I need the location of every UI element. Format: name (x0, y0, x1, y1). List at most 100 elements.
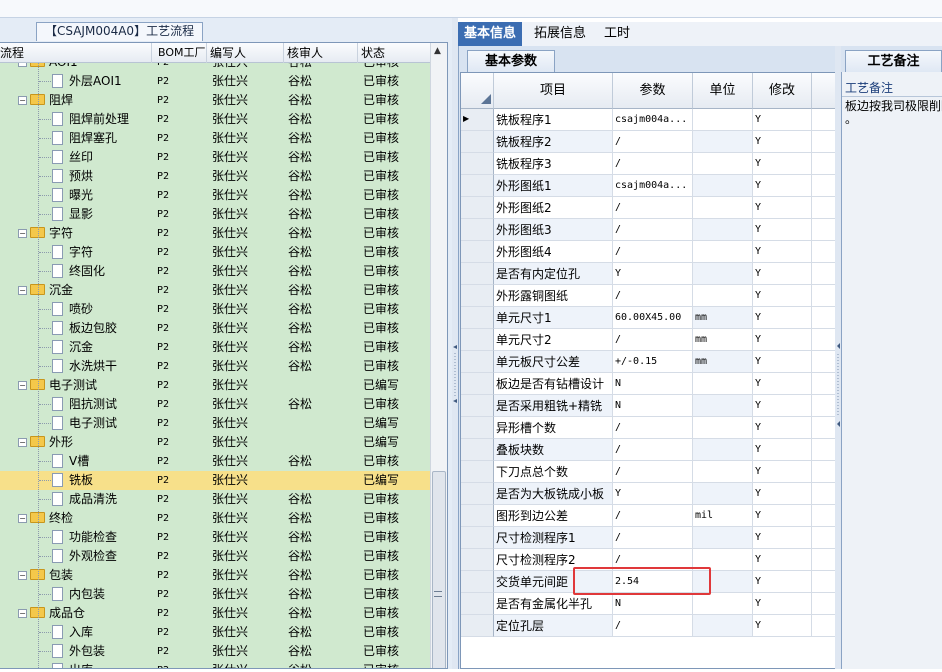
tree-folder-row[interactable]: − 终检 P2 张仕兴 谷松 已审核 (0, 509, 430, 528)
param-value-cell[interactable]: / (613, 131, 693, 153)
tree-leaf-row[interactable]: 阻焊前处理 P2 张仕兴 谷松 已审核 (0, 110, 430, 129)
row-header[interactable] (461, 307, 494, 329)
param-value-cell[interactable]: Y (613, 483, 693, 505)
row-header[interactable] (461, 219, 494, 241)
param-modify-cell[interactable]: Y (753, 219, 812, 241)
row-header[interactable] (461, 131, 494, 153)
param-row[interactable]: 单元板尺寸公差 +/-0.15 mm Y (461, 351, 835, 373)
param-modify-cell[interactable]: Y (753, 373, 812, 395)
param-row[interactable]: 单元尺寸2/mm Y (461, 329, 835, 351)
param-value-cell[interactable]: / (613, 527, 693, 549)
param-value-cell[interactable]: +/-0.15 (613, 351, 693, 373)
tree-leaf-row[interactable]: 铣板 P2 张仕兴 已编写 (0, 471, 430, 490)
tree-leaf-row[interactable]: 水洗烘干 P2 张仕兴 谷松 已审核 (0, 357, 430, 376)
scroll-up-icon[interactable]: ▲ (434, 46, 441, 56)
param-row[interactable]: 外形图纸1 csajm004a... Y (461, 175, 835, 197)
param-value-cell[interactable]: / (613, 329, 693, 351)
param-value-cell[interactable]: / (613, 219, 693, 241)
param-value-cell[interactable]: / (613, 461, 693, 483)
row-header[interactable] (461, 175, 494, 197)
param-modify-cell[interactable]: Y (753, 241, 812, 263)
param-unit-cell[interactable]: mm (693, 329, 753, 351)
tree-scrollbar[interactable]: ▲ (430, 43, 447, 668)
tree-leaf-row[interactable]: 沉金 P2 张仕兴 谷松 已审核 (0, 338, 430, 357)
column-header-author[interactable]: 编写人 (207, 43, 284, 63)
tab-process-notes[interactable]: 工艺备注 (845, 50, 942, 72)
param-unit-cell[interactable] (693, 395, 753, 417)
param-row[interactable]: 下刀点总个数 / Y (461, 461, 835, 483)
row-header[interactable] (461, 351, 494, 373)
row-header[interactable] (461, 285, 494, 307)
tree-leaf-row[interactable]: 终固化 P2 张仕兴 谷松 已审核 (0, 262, 430, 281)
param-modify-cell[interactable]: Y (753, 593, 812, 615)
param-row[interactable]: ▶ 铣板程序1 csajm004a... Y (461, 109, 835, 131)
param-unit-cell[interactable] (693, 461, 753, 483)
param-row[interactable]: 铣板程序3/ Y (461, 153, 835, 175)
tree-leaf-row[interactable]: 功能检查 P2 张仕兴 谷松 已审核 (0, 528, 430, 547)
column-header-param[interactable]: 参数 (613, 73, 693, 109)
param-row[interactable]: 外形图纸4/ Y (461, 241, 835, 263)
param-row[interactable]: 是否为大板铣成小板 Y Y (461, 483, 835, 505)
param-row[interactable]: 叠板块数 / Y (461, 439, 835, 461)
param-value-cell[interactable]: csajm004a... (613, 175, 693, 197)
param-row[interactable]: 异形槽个数 / Y (461, 417, 835, 439)
param-unit-cell[interactable] (693, 417, 753, 439)
tree-leaf-row[interactable]: V槽 P2 张仕兴 谷松 已审核 (0, 452, 430, 471)
param-row[interactable]: 外形露铜图纸 / Y (461, 285, 835, 307)
param-unit-cell[interactable]: mil (693, 505, 753, 527)
param-unit-cell[interactable] (693, 153, 753, 175)
param-modify-cell[interactable]: Y (753, 505, 812, 527)
tree-leaf-row[interactable]: 板边包胶 P2 张仕兴 谷松 已审核 (0, 319, 430, 338)
row-header[interactable] (461, 241, 494, 263)
collapse-toggle-icon[interactable]: − (18, 381, 27, 390)
param-value-cell[interactable]: N (613, 593, 693, 615)
notes-text[interactable]: 板边按我司极限削陷 。 (845, 100, 942, 126)
tree-folder-row[interactable]: − 包装 P2 张仕兴 谷松 已审核 (0, 566, 430, 585)
param-unit-cell[interactable] (693, 483, 753, 505)
param-modify-cell[interactable]: Y (753, 131, 812, 153)
param-value-cell[interactable]: / (613, 285, 693, 307)
process-flow-tab[interactable]: 【CSAJM004A0】工艺流程 (36, 22, 204, 41)
column-header-bom[interactable]: BOM工厂 (155, 43, 207, 63)
param-modify-cell[interactable]: Y (753, 395, 812, 417)
tree-leaf-row[interactable]: 丝印 P2 张仕兴 谷松 已审核 (0, 148, 430, 167)
param-row[interactable]: 定位孔层 / Y (461, 615, 835, 637)
param-row[interactable]: 是否采用粗铣+精铣 N Y (461, 395, 835, 417)
param-unit-cell[interactable] (693, 109, 753, 131)
tree-leaf-row[interactable]: 外包装 P2 张仕兴 谷松 已审核 (0, 642, 430, 661)
column-header-item[interactable]: 项目 (494, 73, 613, 109)
param-unit-cell[interactable] (693, 131, 753, 153)
param-value-cell[interactable]: / (613, 153, 693, 175)
param-modify-cell[interactable]: Y (753, 175, 812, 197)
row-header[interactable] (461, 439, 494, 461)
param-row[interactable]: 外形图纸2/ Y (461, 197, 835, 219)
tree-leaf-row[interactable]: 外观检查 P2 张仕兴 谷松 已审核 (0, 547, 430, 566)
row-header[interactable] (461, 329, 494, 351)
param-row[interactable]: 外形图纸3/ Y (461, 219, 835, 241)
column-header-flow[interactable]: 流程 (0, 43, 152, 63)
tree-leaf-row[interactable]: 字符 P2 张仕兴 谷松 已审核 (0, 243, 430, 262)
splitter-grip-icon[interactable] (452, 345, 458, 405)
row-header[interactable] (461, 373, 494, 395)
param-row[interactable]: 板边是否有钻槽设计 N Y (461, 373, 835, 395)
param-unit-cell[interactable]: mm (693, 307, 753, 329)
param-value-cell[interactable]: 60.00X45.00 (613, 307, 693, 329)
param-unit-cell[interactable] (693, 241, 753, 263)
tree-leaf-row[interactable]: 曝光 P2 张仕兴 谷松 已审核 (0, 186, 430, 205)
collapse-toggle-icon[interactable]: − (18, 571, 27, 580)
param-modify-cell[interactable]: Y (753, 307, 812, 329)
tree-leaf-row[interactable]: 喷砂 P2 张仕兴 谷松 已审核 (0, 300, 430, 319)
tree-folder-row[interactable]: − AOI1 P2 张仕兴 谷松 已审核 (0, 63, 430, 72)
param-value-cell[interactable]: csajm004a... (613, 109, 693, 131)
param-unit-cell[interactable] (693, 285, 753, 307)
row-header[interactable] (461, 615, 494, 637)
param-row[interactable]: 是否有金属化半孔 N Y (461, 593, 835, 615)
param-modify-cell[interactable]: Y (753, 461, 812, 483)
row-header[interactable] (461, 483, 494, 505)
tab-basic-params[interactable]: 基本参数 (467, 50, 555, 72)
param-modify-cell[interactable]: Y (753, 483, 812, 505)
collapse-toggle-icon[interactable]: − (18, 286, 27, 295)
tab-basic-info[interactable]: 基本信息 (458, 22, 523, 46)
param-modify-cell[interactable]: Y (753, 417, 812, 439)
tree-leaf-row[interactable]: 显影 P2 张仕兴 谷松 已审核 (0, 205, 430, 224)
